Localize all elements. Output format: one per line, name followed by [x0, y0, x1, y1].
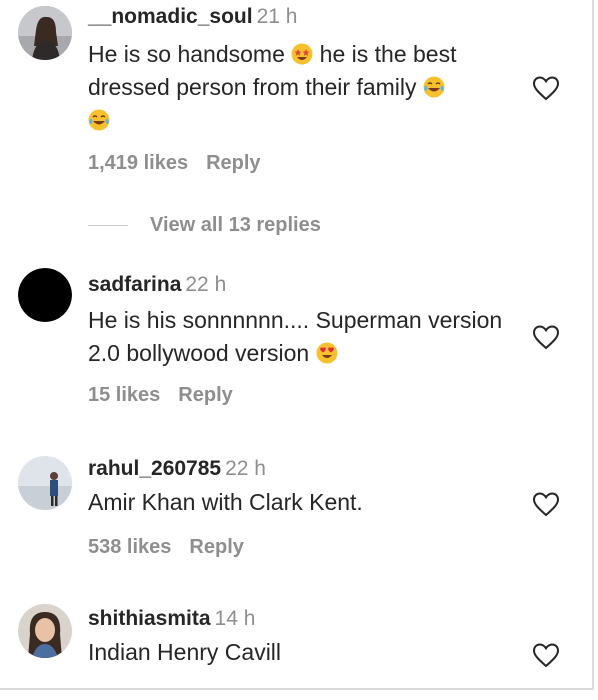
comment-meta: 1,419 likes Reply: [88, 152, 261, 175]
likes-count[interactable]: 538 likes: [88, 536, 171, 558]
avatar-image: [18, 268, 72, 322]
view-replies-button[interactable]: View all 13 replies: [88, 210, 321, 240]
comment-text: Indian Henry Cavill: [88, 639, 282, 665]
comment-meta: 538 likes Reply: [88, 536, 244, 559]
avatar[interactable]: [18, 604, 72, 658]
comments-panel: __nomadic_soul 21 h He is so handsome he …: [0, 0, 594, 690]
timestamp: 22 h: [185, 273, 227, 296]
reply-button[interactable]: Reply: [206, 152, 260, 174]
comment-header: rahul_260785 22 h: [88, 454, 528, 484]
comment-text: Amir Khan with Clark Kent.: [88, 489, 363, 515]
comment-text-part: He is so handsome: [88, 41, 285, 67]
comment-item: rahul_260785 22 h Amir Khan with Clark Ke…: [0, 448, 592, 578]
avatar-image: [18, 456, 72, 510]
comment-header: __nomadic_soul 21 h: [88, 2, 528, 32]
username[interactable]: __nomadic_soul: [88, 5, 253, 28]
username[interactable]: sadfarina: [88, 273, 181, 296]
avatar[interactable]: [18, 268, 72, 322]
star-struck-emoji: [291, 43, 313, 65]
timestamp: 14 h: [214, 607, 256, 630]
like-heart-icon[interactable]: [532, 75, 560, 101]
view-replies-label[interactable]: View all 13 replies: [150, 214, 321, 237]
comment-item: __nomadic_soul 21 h He is so handsome he …: [0, 0, 592, 200]
comment-text-part: He is his sonnnnnn.... Superman version …: [88, 307, 503, 366]
divider-line: [88, 224, 128, 226]
username[interactable]: shithiasmita: [88, 607, 211, 630]
timestamp: 21 h: [256, 5, 298, 28]
like-heart-icon[interactable]: [532, 491, 560, 517]
tears-of-joy-emoji: [423, 76, 445, 98]
likes-count[interactable]: 1,419 likes: [88, 152, 188, 174]
comment-text: He is his sonnnnnn.... Superman version …: [88, 304, 528, 370]
likes-count[interactable]: 15 likes: [88, 384, 160, 406]
like-heart-icon[interactable]: [532, 642, 560, 668]
reply-button[interactable]: Reply: [178, 384, 232, 406]
heart-eyes-emoji: [316, 342, 338, 364]
comment-header: shithiasmita 14 h: [88, 604, 528, 634]
comment-item: shithiasmita 14 h Indian Henry Cavill: [0, 600, 592, 688]
avatar-image: [18, 604, 72, 658]
avatar[interactable]: [18, 6, 72, 60]
avatar[interactable]: [18, 456, 72, 510]
reply-button[interactable]: Reply: [189, 536, 243, 558]
comment-meta: 15 likes Reply: [88, 384, 233, 407]
tears-of-joy-emoji: [88, 109, 110, 131]
avatar-image: [18, 6, 72, 60]
comment-item: sadfarina 22 h He is his sonnnnnn.... Sup…: [0, 262, 592, 422]
username[interactable]: rahul_260785: [88, 457, 221, 480]
comment-text: He is so handsome he is the best dressed…: [88, 38, 528, 137]
comment-header: sadfarina 22 h: [88, 270, 528, 300]
like-heart-icon[interactable]: [532, 324, 560, 350]
timestamp: 22 h: [225, 457, 266, 480]
